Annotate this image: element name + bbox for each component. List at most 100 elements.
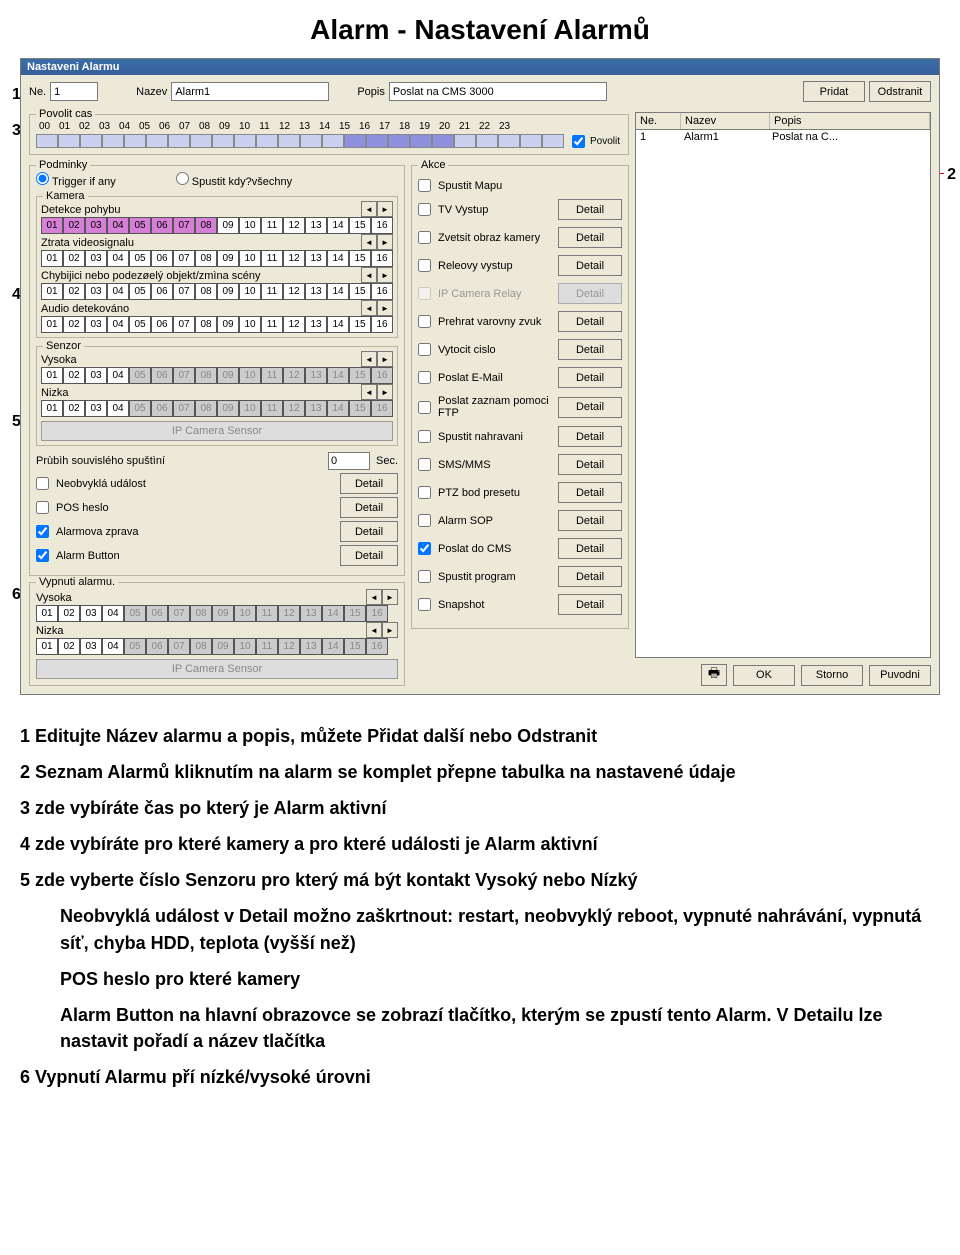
number-cell[interactable]: 03: [85, 217, 107, 234]
number-cell[interactable]: 01: [36, 605, 58, 622]
number-cell[interactable]: 04: [107, 316, 129, 333]
number-cell[interactable]: 04: [107, 250, 129, 267]
hour-cell[interactable]: [124, 134, 146, 148]
print-icon[interactable]: 🖶: [701, 664, 727, 686]
action-detail-button[interactable]: Detail: [558, 426, 622, 447]
table-row[interactable]: 1Alarm1Poslat na C...: [636, 130, 930, 144]
hour-cell[interactable]: [256, 134, 278, 148]
number-cell[interactable]: 15: [349, 283, 371, 300]
action-detail-button[interactable]: Detail: [558, 311, 622, 332]
arrow-left-icon[interactable]: ◄: [361, 300, 377, 316]
number-cell[interactable]: 06: [151, 316, 173, 333]
action-detail-button[interactable]: Detail: [558, 397, 622, 418]
arrow-right-icon[interactable]: ►: [377, 300, 393, 316]
number-cell[interactable]: 15: [349, 217, 371, 234]
number-cell[interactable]: 09: [217, 316, 239, 333]
hour-cell[interactable]: [476, 134, 498, 148]
nazev-input[interactable]: [171, 82, 329, 101]
number-cell[interactable]: 02: [63, 400, 85, 417]
hour-cell[interactable]: [278, 134, 300, 148]
enable-hours-checkbox[interactable]: Povolit: [572, 135, 620, 148]
number-cell[interactable]: 09: [217, 217, 239, 234]
number-cell[interactable]: 11: [261, 217, 283, 234]
action-checkbox[interactable]: [418, 179, 431, 192]
number-cell[interactable]: 01: [41, 316, 63, 333]
number-cell[interactable]: 02: [63, 217, 85, 234]
number-cell[interactable]: 06: [151, 217, 173, 234]
number-cell[interactable]: 10: [239, 217, 261, 234]
number-cell[interactable]: 06: [151, 283, 173, 300]
hour-cell[interactable]: [58, 134, 80, 148]
number-cell[interactable]: 02: [63, 283, 85, 300]
arrow-right-icon[interactable]: ►: [377, 351, 393, 367]
action-detail-button[interactable]: Detail: [558, 339, 622, 360]
number-cell[interactable]: 03: [85, 283, 107, 300]
number-cell[interactable]: 14: [327, 316, 349, 333]
number-cell[interactable]: 08: [195, 217, 217, 234]
number-cell[interactable]: 03: [85, 367, 107, 384]
number-cell[interactable]: 12: [283, 217, 305, 234]
number-cell[interactable]: 04: [102, 638, 124, 655]
hour-cell[interactable]: [36, 134, 58, 148]
alarm-button-detail-button[interactable]: Detail: [340, 545, 398, 566]
number-cell[interactable]: 04: [107, 217, 129, 234]
pos-password-checkbox[interactable]: [36, 501, 49, 514]
hour-cell[interactable]: [432, 134, 454, 148]
action-detail-button[interactable]: Detail: [558, 594, 622, 615]
number-cell[interactable]: 02: [63, 316, 85, 333]
number-cell[interactable]: 14: [327, 250, 349, 267]
number-cell[interactable]: 12: [283, 316, 305, 333]
hour-cell[interactable]: [388, 134, 410, 148]
hour-cell[interactable]: [410, 134, 432, 148]
number-cell[interactable]: 10: [239, 316, 261, 333]
default-button[interactable]: Puvodni: [869, 665, 931, 686]
action-detail-button[interactable]: Detail: [558, 482, 622, 503]
number-cell[interactable]: 13: [305, 217, 327, 234]
number-cell[interactable]: 03: [85, 316, 107, 333]
ne-input[interactable]: [50, 82, 98, 101]
number-cell[interactable]: 15: [349, 316, 371, 333]
action-detail-button[interactable]: Detail: [558, 566, 622, 587]
number-cell[interactable]: 07: [173, 283, 195, 300]
arrow-left-icon[interactable]: ◄: [361, 351, 377, 367]
number-cell[interactable]: 01: [41, 217, 63, 234]
table-header-popis[interactable]: Popis: [770, 113, 930, 129]
number-cell[interactable]: 14: [327, 283, 349, 300]
number-cell[interactable]: 01: [41, 250, 63, 267]
hour-cell[interactable]: [344, 134, 366, 148]
hour-cell[interactable]: [80, 134, 102, 148]
action-checkbox[interactable]: [418, 542, 431, 555]
number-cell[interactable]: 01: [41, 283, 63, 300]
number-cell[interactable]: 11: [261, 283, 283, 300]
number-cell[interactable]: 02: [63, 250, 85, 267]
action-detail-button[interactable]: Detail: [558, 538, 622, 559]
action-checkbox[interactable]: [418, 371, 431, 384]
number-cell[interactable]: 05: [129, 217, 151, 234]
number-cell[interactable]: 04: [107, 367, 129, 384]
action-detail-button[interactable]: Detail: [558, 367, 622, 388]
action-checkbox[interactable]: [418, 401, 431, 414]
pos-password-detail-button[interactable]: Detail: [340, 497, 398, 518]
number-cell[interactable]: 08: [195, 283, 217, 300]
action-checkbox[interactable]: [418, 458, 431, 471]
number-cell[interactable]: 16: [371, 217, 393, 234]
number-cell[interactable]: 07: [173, 316, 195, 333]
duration-input[interactable]: [328, 452, 370, 470]
number-cell[interactable]: 03: [85, 250, 107, 267]
arrow-left-icon[interactable]: ◄: [366, 589, 382, 605]
number-cell[interactable]: 04: [107, 400, 129, 417]
arrow-right-icon[interactable]: ►: [377, 267, 393, 283]
number-cell[interactable]: 15: [349, 250, 371, 267]
number-cell[interactable]: 13: [305, 283, 327, 300]
arrow-right-icon[interactable]: ►: [377, 384, 393, 400]
alarm-message-detail-button[interactable]: Detail: [340, 521, 398, 542]
number-cell[interactable]: 08: [195, 316, 217, 333]
table-header-nazev[interactable]: Nazev: [681, 113, 770, 129]
number-cell[interactable]: 04: [107, 283, 129, 300]
hour-cell[interactable]: [190, 134, 212, 148]
number-cell[interactable]: 05: [129, 250, 151, 267]
cancel-button[interactable]: Storno: [801, 665, 863, 686]
hour-cell[interactable]: [212, 134, 234, 148]
action-checkbox[interactable]: [418, 203, 431, 216]
arrow-left-icon[interactable]: ◄: [361, 384, 377, 400]
